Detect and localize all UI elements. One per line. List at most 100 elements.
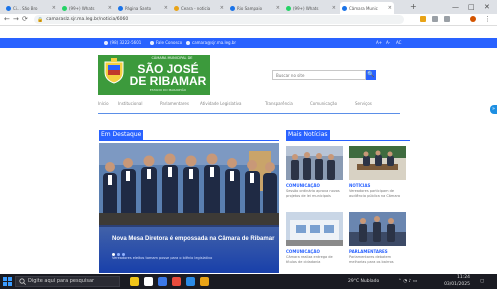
news-item-summary[interactable]: Sessão ordinária aprova novos projetos d… — [286, 189, 344, 198]
browser-tab[interactable]: Página Santo × — [116, 2, 170, 14]
contrast-link[interactable]: AC — [396, 38, 401, 48]
tab-label: Rio Sampaio — [237, 5, 263, 11]
side-drawer-toggle[interactable]: » — [490, 105, 497, 114]
news-item-summary[interactable]: Câmara realiza entrega de títulos de cid… — [286, 255, 344, 264]
menu-item-atividade-legislativa[interactable]: Atividade Legislativa — [200, 100, 242, 108]
news-thumbnail[interactable] — [286, 212, 343, 246]
mail-icon — [150, 41, 154, 45]
utility-phone[interactable]: (98) 3222-5601 — [104, 38, 141, 48]
browser-tab[interactable]: Ci... São Bro × — [4, 2, 58, 14]
utility-contact[interactable]: Fale Conosco — [150, 38, 182, 48]
tab-favicon-icon — [6, 5, 11, 11]
clock-time[interactable]: 11:24 — [446, 274, 470, 281]
taskbar-app-icon[interactable] — [130, 277, 139, 286]
logo-tagline: ESTADO DO MARANHÃO — [149, 88, 187, 92]
reload-button[interactable]: ⟳ — [22, 14, 28, 25]
notification-icon[interactable]: ▢ — [480, 276, 484, 287]
maximize-button[interactable]: □ — [468, 1, 475, 13]
news-thumbnail[interactable] — [349, 146, 406, 180]
menu-item-inicio[interactable]: Início — [98, 100, 109, 108]
news-photo-image — [349, 212, 406, 246]
tab-close-icon[interactable]: × — [108, 5, 112, 11]
extensions-puzzle-icon[interactable] — [444, 16, 450, 22]
news-item-title[interactable]: PARLAMENTARES — [349, 249, 407, 254]
news-item-summary[interactable]: Vereadores participam de audiência públi… — [349, 189, 407, 198]
profile-avatar[interactable] — [470, 16, 476, 22]
tab-close-icon[interactable]: × — [332, 5, 336, 11]
menu-item-parlamentares[interactable]: Parlamentares — [160, 100, 189, 108]
windows-start-icon[interactable] — [3, 277, 12, 286]
menu-item-transparencia[interactable]: Transparência — [265, 100, 293, 108]
search-icon — [19, 278, 26, 285]
tab-label: (99+) Whats — [69, 5, 95, 11]
tab-favicon-icon — [230, 5, 235, 11]
news-item-summary[interactable]: Parlamentares debatem melhorias para os … — [349, 255, 407, 264]
tab-favicon-icon — [62, 5, 67, 11]
featured-caption: Vereadores eleitos tomam posse para o bi… — [112, 256, 213, 260]
news-section-rule — [286, 140, 410, 141]
tab-close-icon[interactable]: × — [220, 5, 224, 11]
site-utility-bar: (98) 3222-5601 Fale Conosco camara@sjr.m… — [0, 38, 497, 48]
tab-label: (99+) Whats — [293, 5, 319, 11]
extension-icon[interactable] — [420, 16, 426, 22]
at-icon — [186, 41, 190, 45]
taskbar-app-icon[interactable] — [172, 277, 181, 286]
forward-button[interactable]: → — [13, 14, 19, 25]
tab-close-icon[interactable]: × — [164, 5, 168, 11]
news-thumbnail[interactable] — [286, 146, 343, 180]
back-button[interactable]: ← — [4, 14, 10, 25]
featured-headline[interactable]: Nova Mesa Diretora é empossada na Câmara… — [112, 236, 277, 243]
weather-widget[interactable]: 29°C Nublado — [348, 276, 379, 287]
featured-overlay — [99, 225, 279, 273]
news-item-title[interactable]: NOTÍCIAS — [349, 183, 407, 188]
tab-favicon-icon — [286, 5, 291, 11]
news-item-title[interactable]: COMUNICAÇÃO — [286, 183, 344, 188]
site-search-button[interactable]: 🔍 — [366, 70, 376, 80]
system-tray-icons[interactable]: ⌃ ◔ ♪ ▭ — [398, 276, 417, 287]
browser-menu-icon[interactable]: ⋮ — [484, 14, 491, 25]
taskbar-app-icon[interactable] — [200, 277, 209, 286]
address-bar[interactable]: 🔒 camaraslz.sjr.ma.leg.br/noticia/6060 — [34, 15, 404, 24]
municipal-crest-icon — [104, 58, 124, 84]
browser-tab[interactable]: (99+) Whats × — [284, 2, 338, 14]
phone-icon — [104, 41, 108, 45]
browser-tab[interactable]: (99+) Whats × — [60, 2, 114, 14]
tab-close-icon[interactable]: × — [52, 5, 56, 11]
search-icon: 🔍 — [367, 71, 375, 78]
bookmark-icon[interactable] — [432, 16, 438, 22]
site-search-input[interactable] — [272, 70, 366, 80]
address-url: camaraslz.sjr.ma.leg.br/noticia/6060 — [46, 17, 129, 22]
taskbar-app-icon[interactable] — [144, 277, 153, 286]
browser-tab[interactable]: Ceara - noticia × — [172, 2, 226, 14]
tab-favicon-icon — [342, 5, 347, 11]
clock-date[interactable]: 03/01/2025 — [440, 281, 470, 288]
tab-close-icon[interactable]: × — [388, 5, 392, 11]
tab-label: Ceara - noticia — [181, 5, 211, 11]
logo-kicker: CÂMARA MUNICIPAL DE — [151, 56, 193, 60]
menu-item-servicos[interactable]: Serviços — [355, 100, 372, 108]
news-item-title[interactable]: COMUNICAÇÃO — [286, 249, 344, 254]
taskbar-search-placeholder: Digite aqui para pesquisar — [28, 278, 95, 284]
lock-icon: 🔒 — [37, 16, 44, 23]
browser-tab[interactable]: Câmara Munic × — [340, 2, 394, 14]
utility-email[interactable]: camara@sjr.ma.leg.br — [186, 38, 236, 48]
menu-divider — [98, 113, 400, 114]
taskbar-app-icon[interactable] — [186, 277, 195, 286]
tab-label: Câmara Munic — [349, 5, 378, 11]
taskbar-app-icon[interactable] — [158, 277, 167, 286]
news-photo-image — [286, 212, 343, 246]
font-decrease-link[interactable]: A- — [386, 38, 390, 48]
tab-close-icon[interactable]: × — [276, 5, 280, 11]
menu-item-institucional[interactable]: Institucional — [118, 100, 142, 108]
browser-tab[interactable]: Rio Sampaio × — [228, 2, 282, 14]
tab-label: Ci... São Bro — [13, 5, 38, 11]
tab-favicon-icon — [174, 5, 179, 11]
news-thumbnail[interactable] — [349, 212, 406, 246]
font-increase-link[interactable]: A+ — [376, 38, 382, 48]
featured-section-rule — [99, 140, 279, 141]
minimize-button[interactable]: — — [452, 1, 459, 13]
new-tab-button[interactable]: + — [410, 2, 417, 12]
tab-favicon-icon — [118, 5, 123, 11]
close-window-button[interactable]: ✕ — [484, 1, 490, 13]
menu-item-comunicacao[interactable]: Comunicação — [310, 100, 337, 108]
